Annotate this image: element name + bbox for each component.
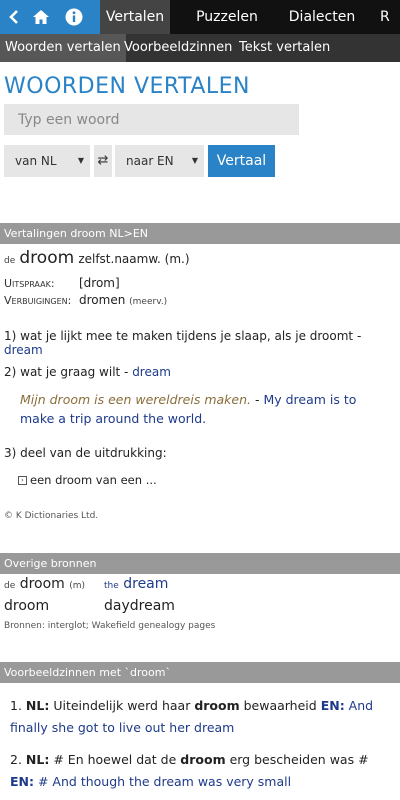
article: de	[4, 256, 16, 266]
example-separator: -	[250, 392, 264, 407]
nl-text: # En hoewel dat de	[53, 752, 181, 767]
sense-text: 1) wat je lijkt mee te maken tijdens je …	[4, 329, 362, 343]
item-number: 2.	[10, 752, 22, 767]
sense-2: 2) wat je graag wilt - dream	[4, 365, 171, 379]
chevron-down-icon: ▼	[77, 156, 84, 165]
copyright: © K Dictionaries Ltd.	[4, 511, 99, 521]
tab-more[interactable]: R	[380, 0, 400, 34]
source-language-value: van NL	[15, 154, 57, 168]
inflections-note: (meerv.)	[129, 297, 168, 307]
pronunciation-label: Uitspraak:	[4, 277, 55, 290]
headword-line: de droom zelfst.naamw. (m.)	[4, 248, 190, 268]
expand-icon[interactable]: ›	[18, 476, 27, 485]
nl-text: Uiteindelijk werd haar	[53, 698, 195, 713]
en-label: EN:	[10, 774, 34, 789]
translate-button[interactable]: Vertaal	[208, 145, 275, 177]
search-input[interactable]	[4, 104, 299, 135]
sense-1: 1) wat je lijkt mee te maken tijdens je …	[4, 329, 400, 357]
article: the	[104, 581, 119, 591]
part-of-speech: zelfst.naamw. (m.)	[78, 252, 190, 266]
top-nav: Vertalen Puzzelen Dialecten R	[0, 0, 400, 34]
subtab-voorbeeldzinnen[interactable]: Voorbeeldzinnen	[119, 34, 237, 62]
sense-translation-link[interactable]: dream	[132, 365, 171, 379]
inflections-label: Verbuigingen:	[4, 294, 72, 307]
subtab-tekst-vertalen[interactable]: Tekst vertalen	[234, 34, 335, 62]
item-number: 1.	[10, 698, 22, 713]
list-item: 2. NL: # En hoewel dat de droom erg besc…	[10, 749, 394, 793]
example-nl: Mijn droom is een wereldreis maken.	[20, 392, 251, 407]
tab-dialecten[interactable]: Dialecten	[282, 0, 362, 34]
tab-puzzelen[interactable]: Puzzelen	[186, 0, 268, 34]
headword: droom	[19, 248, 75, 268]
example-sentences-header: Voorbeeldzinnen met `droom`	[0, 662, 400, 683]
other-sources-header: Overige bronnen	[0, 553, 400, 574]
home-icon[interactable]	[30, 0, 52, 34]
sense-translation-link[interactable]: dream	[4, 343, 43, 357]
source-row: de droom (m)	[4, 576, 85, 592]
target-language-select[interactable]: naar EN ▼	[115, 145, 204, 177]
translation-link[interactable]: daydream	[104, 598, 175, 614]
pronunciation-value: [drom]	[79, 276, 120, 290]
swap-languages-icon[interactable]: ⇄	[94, 145, 112, 177]
source-row-translation: the dream	[104, 576, 168, 592]
tab-vertalen[interactable]: Vertalen	[100, 0, 170, 34]
en-label: EN:	[320, 698, 345, 713]
sub-nav: Woorden vertalen Voorbeeldzinnen Tekst v…	[0, 34, 400, 62]
translations-header: Vertalingen droom NL>EN	[0, 223, 400, 244]
chevron-left-icon[interactable]	[4, 0, 24, 34]
nl-text: bewaarheid	[239, 698, 321, 713]
page-title: WOORDEN VERTALEN	[4, 74, 250, 99]
inflections-row: Verbuigingen: dromen (meerv.)	[4, 293, 167, 307]
sources-list: Bronnen: interglot; Wakefield genealogy …	[4, 621, 216, 631]
article: de	[4, 581, 16, 591]
source-row: droom	[4, 598, 50, 614]
nl-text: erg bescheiden was #	[225, 752, 369, 767]
source-word: droom	[19, 576, 65, 592]
sense-3: 3) deel van de uitdrukking:	[4, 446, 167, 460]
nl-keyword: droom	[180, 752, 226, 767]
gender-note: (m)	[69, 581, 86, 591]
expression-item[interactable]: › een droom van een ...	[18, 473, 157, 487]
expression-text: een droom van een ...	[30, 473, 157, 487]
list-item: 1. NL: Uiteindelijk werd haar droom bewa…	[10, 695, 394, 739]
en-text: # And though the dream was very small	[37, 774, 292, 789]
nl-keyword: droom	[194, 698, 240, 713]
info-icon[interactable]	[63, 0, 85, 34]
nl-label: NL:	[25, 752, 50, 767]
nl-label: NL:	[25, 698, 50, 713]
source-language-select[interactable]: van NL ▼	[4, 145, 90, 177]
example-sentence: Mijn droom is een wereldreis maken. - My…	[20, 390, 388, 428]
inflections-value: dromen	[79, 293, 126, 307]
sense-text: 2) wat je graag wilt -	[4, 365, 133, 379]
chevron-down-icon: ▼	[191, 156, 198, 165]
subtab-woorden-vertalen[interactable]: Woorden vertalen	[0, 34, 126, 62]
pronunciation-row: Uitspraak: [drom]	[4, 276, 120, 290]
translation-link[interactable]: dream	[123, 576, 168, 592]
target-language-value: naar EN	[126, 154, 174, 168]
